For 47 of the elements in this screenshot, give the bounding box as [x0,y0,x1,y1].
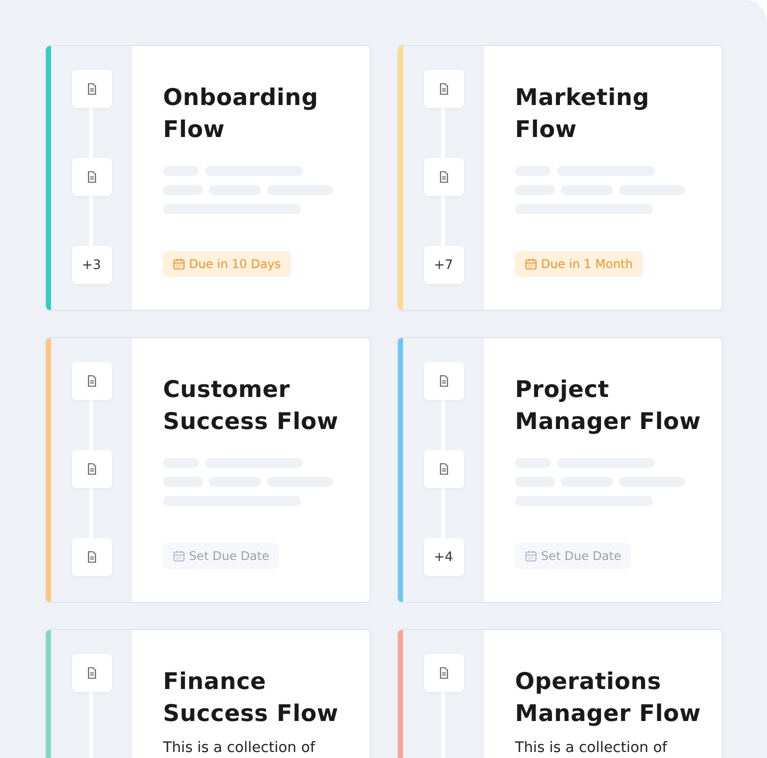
due-date-label: Set Due Date [189,549,270,563]
step-card[interactable] [72,538,112,576]
document-icon [86,551,96,563]
flow-card[interactable]: Operations Manager Flow This is a collection of [397,629,723,758]
more-steps-count[interactable]: +4 [424,538,464,576]
flow-description: This is a collection of [163,740,316,756]
due-date-label: Set Due Date [541,549,622,563]
step-card[interactable] [424,450,464,488]
document-icon [438,171,448,183]
step-card[interactable] [72,70,112,108]
flow-title: Finance Success Flow [163,668,340,729]
document-icon [86,171,96,183]
document-icon [438,463,448,475]
due-date-label: Due in 1 Month [541,257,633,271]
step-card[interactable] [424,654,464,692]
step-card[interactable] [424,70,464,108]
document-icon [438,667,448,679]
flow-title: Marketing Flow [515,84,650,145]
flow-card[interactable]: +4 Project Manager Flow Set Due Date [397,337,723,603]
step-card[interactable] [72,362,112,400]
document-icon [438,375,448,387]
calendar-icon [173,258,185,270]
flow-description: This is a collection of [515,740,668,756]
step-card[interactable] [72,158,112,196]
flow-card[interactable]: +7 Marketing Flow Due in 1 Month [397,45,723,311]
document-icon [86,667,96,679]
flow-title: Project Manager Flow [515,376,702,437]
more-steps-count[interactable]: +7 [424,246,464,284]
step-card[interactable] [424,158,464,196]
document-icon [86,83,96,95]
flow-title: Customer Success Flow [163,376,340,437]
calendar-icon [173,550,185,562]
document-icon [438,83,448,95]
more-steps-count[interactable]: +3 [72,246,112,284]
flow-card[interactable]: Customer Success Flow Set Due Date [45,337,371,603]
step-card[interactable] [424,362,464,400]
calendar-icon [525,258,537,270]
due-date-label: Due in 10 Days [189,257,281,271]
step-card[interactable] [72,450,112,488]
flow-title: Operations Manager Flow [515,668,702,729]
document-icon [86,375,96,387]
step-card[interactable] [72,654,112,692]
flow-title: Onboarding Flow [163,84,320,145]
calendar-icon [525,550,537,562]
document-icon [86,463,96,475]
flow-card[interactable]: Finance Success Flow This is a collection of [45,629,371,758]
flow-card[interactable]: +3 Onboarding Flow Due in 10 Days [45,45,371,311]
